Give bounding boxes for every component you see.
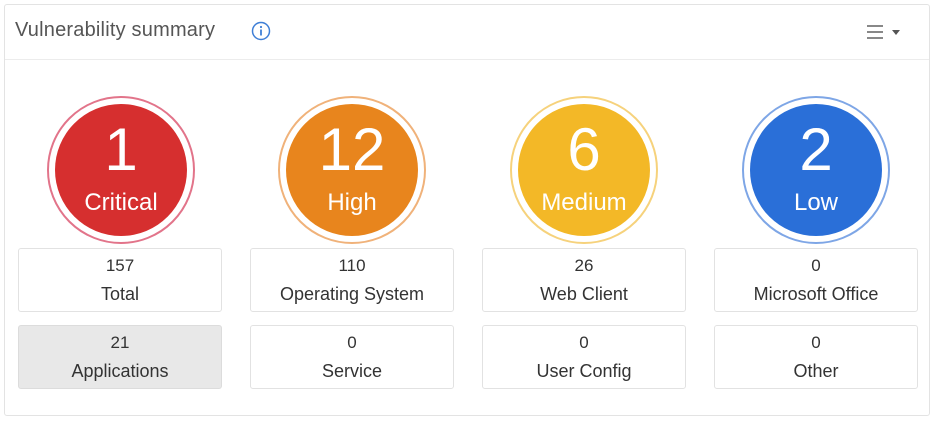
info-icon[interactable] bbox=[251, 21, 271, 41]
tile-count: 21 bbox=[110, 332, 130, 352]
severity-critical-circle: 1 Critical bbox=[55, 104, 187, 236]
category-tile-user-config[interactable]: 0 User Config bbox=[482, 325, 686, 389]
severity-count: 2 bbox=[799, 116, 833, 183]
severity-label: Critical bbox=[84, 189, 158, 216]
tile-count: 0 bbox=[579, 332, 589, 352]
severity-count: 1 bbox=[104, 116, 138, 183]
severity-count: 12 bbox=[318, 116, 386, 183]
severity-count: 6 bbox=[567, 116, 601, 183]
severity-label: Medium bbox=[541, 189, 627, 216]
category-tile-applications[interactable]: 21 Applications bbox=[18, 325, 222, 389]
severity-low-badge[interactable]: 2 Low bbox=[742, 96, 890, 244]
severity-label: High bbox=[327, 189, 377, 216]
severity-medium-badge[interactable]: 6 Medium bbox=[510, 96, 658, 244]
severity-low-circle: 2 Low bbox=[750, 104, 882, 236]
tile-label: Applications bbox=[71, 360, 169, 381]
tile-label: Web Client bbox=[540, 283, 628, 304]
category-tile-web-client[interactable]: 26 Web Client bbox=[482, 248, 686, 312]
tile-count: 0 bbox=[811, 255, 821, 275]
severity-high-circle: 12 High bbox=[286, 104, 418, 236]
tile-count: 0 bbox=[811, 332, 821, 352]
tile-label: Service bbox=[321, 360, 383, 381]
vulnerability-summary-widget: Vulnerability summary 1 Critical 12 High… bbox=[4, 4, 930, 416]
severity-critical-badge[interactable]: 1 Critical bbox=[47, 96, 195, 244]
tile-label: User Config bbox=[536, 360, 632, 381]
severity-medium-circle: 6 Medium bbox=[518, 104, 650, 236]
tile-label: Other bbox=[793, 360, 839, 381]
category-tile-microsoft-office[interactable]: 0 Microsoft Office bbox=[714, 248, 918, 312]
category-tile-total[interactable]: 157 Total bbox=[18, 248, 222, 312]
widget-menu-button[interactable] bbox=[865, 21, 909, 43]
tile-label: Operating System bbox=[279, 283, 425, 304]
category-tile-other[interactable]: 0 Other bbox=[714, 325, 918, 389]
tile-count: 110 bbox=[338, 255, 366, 275]
tile-count: 0 bbox=[347, 332, 357, 352]
category-tile-service[interactable]: 0 Service bbox=[250, 325, 454, 389]
widget-header: Vulnerability summary bbox=[5, 5, 929, 60]
severity-high-badge[interactable]: 12 High bbox=[278, 96, 426, 244]
tile-label: Microsoft Office bbox=[753, 283, 879, 304]
category-tile-operating-system[interactable]: 110 Operating System bbox=[250, 248, 454, 312]
tile-count: 157 bbox=[105, 255, 135, 275]
tile-count: 26 bbox=[574, 255, 594, 275]
widget-title: Vulnerability summary bbox=[15, 19, 216, 41]
severity-label: Low bbox=[793, 189, 839, 216]
tile-label: Total bbox=[100, 283, 140, 304]
